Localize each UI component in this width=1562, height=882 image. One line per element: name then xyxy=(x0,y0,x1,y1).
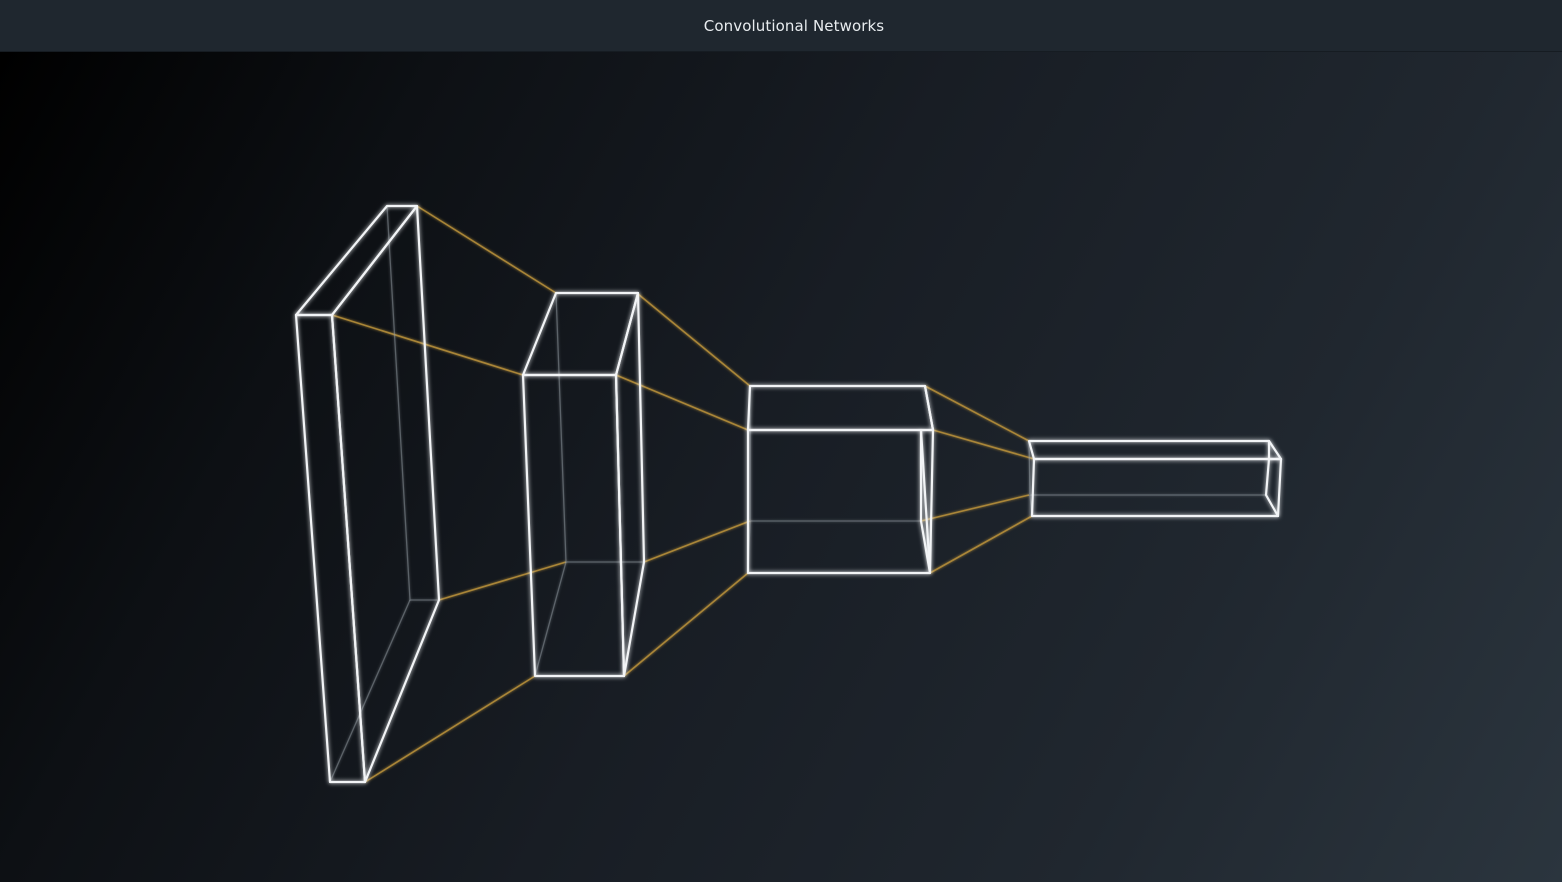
connector-3-4-lower xyxy=(920,494,1030,522)
connector-2-3-bottom xyxy=(623,572,749,677)
layer-1-front-face xyxy=(294,313,367,784)
layer-connectors xyxy=(331,205,1035,783)
connector-1-2-bottom xyxy=(364,675,536,783)
layer-1-hidden-edges xyxy=(386,205,439,601)
layer-4-hidden-edges xyxy=(1028,440,1266,496)
layer-3-front-face xyxy=(746,428,932,575)
connector-1-2-top xyxy=(416,205,557,294)
connector-1-2-lower xyxy=(438,561,567,601)
connector-3-4-upper xyxy=(932,429,1035,460)
layer-3-top-face xyxy=(746,384,935,432)
layer-1-top-face xyxy=(294,204,419,317)
layer-3-box xyxy=(746,384,935,575)
connector-2-3-upper xyxy=(615,374,749,431)
connector-2-3-top xyxy=(637,293,751,387)
layer-4-top-face xyxy=(1027,439,1283,461)
layer-1-side-face xyxy=(330,204,441,784)
layer-4-box xyxy=(1027,439,1283,518)
layer-2-top-face xyxy=(521,291,640,377)
layer-2-hidden-edges xyxy=(555,292,644,563)
connector-2-3-lower xyxy=(643,520,751,563)
layer-3-hidden-edges xyxy=(749,386,921,522)
layer-2-box xyxy=(521,291,646,678)
cnn-diagram xyxy=(294,204,1283,784)
layer-2-side-face xyxy=(614,291,646,678)
layer-4-front-face xyxy=(1030,457,1283,518)
layer-1-box xyxy=(294,204,441,784)
connector-1-2-upper xyxy=(331,314,524,376)
layer-3-side-face xyxy=(919,384,935,575)
app-window: Convolutional Networks xyxy=(0,0,1562,882)
connector-3-4-bottom xyxy=(929,515,1033,574)
layer-2-front-face xyxy=(521,373,626,678)
